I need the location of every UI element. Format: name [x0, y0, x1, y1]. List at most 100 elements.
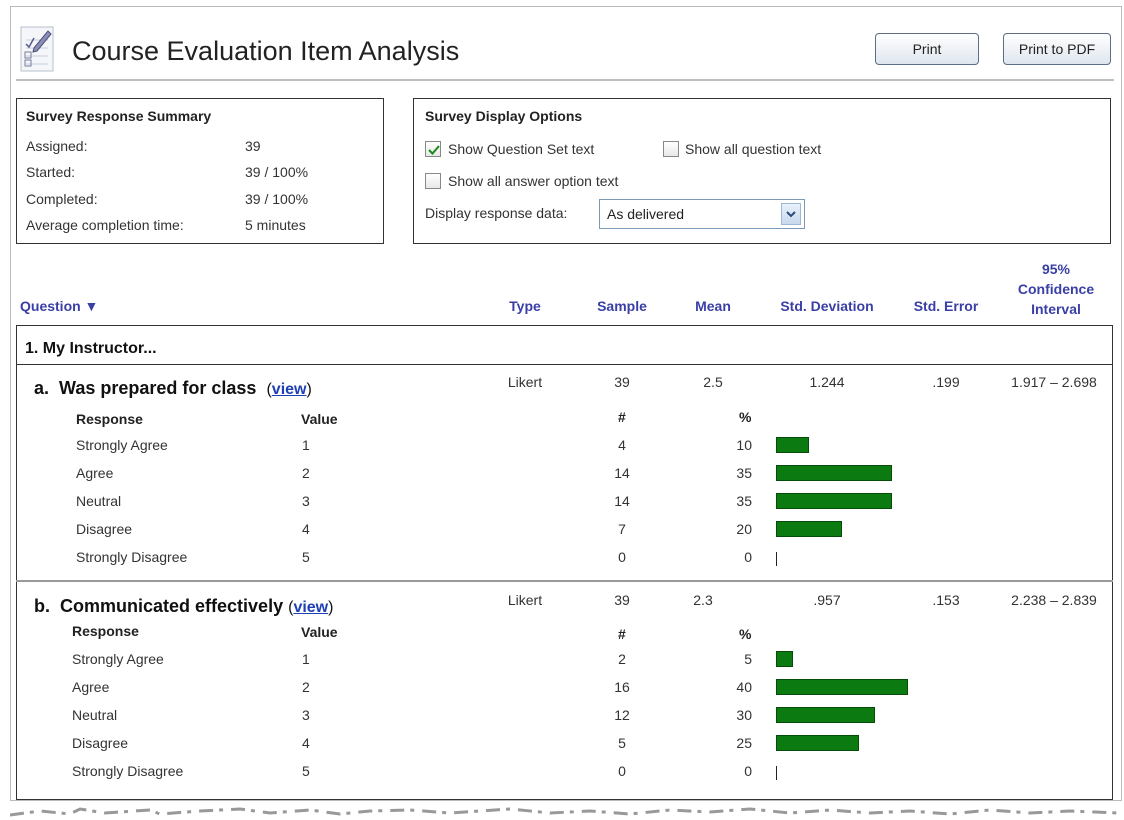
response-label: Disagree	[72, 735, 129, 751]
response-label: Strongly Agree	[72, 651, 164, 667]
response-percent-bar	[776, 679, 908, 695]
response-label: Disagree	[76, 521, 133, 537]
summary-label-completed: Completed:	[26, 191, 98, 207]
response-percent-bar	[776, 437, 809, 453]
column-header-mean[interactable]: Mean	[678, 298, 748, 314]
item-b-view-link[interactable]: view	[293, 599, 328, 616]
response-percent-bar	[776, 521, 842, 537]
question-set-row	[16, 325, 1113, 365]
item-a-value-header: Value	[301, 411, 338, 427]
close-paren: )	[306, 381, 312, 398]
column-header-std-error[interactable]: Std. Error	[900, 298, 992, 314]
item-a-title: a. Was prepared for class (view)	[34, 378, 312, 399]
item-b-type: Likert	[507, 592, 543, 608]
item-a-sample: 39	[614, 374, 630, 390]
response-percent: 35	[736, 465, 752, 481]
column-header-type[interactable]: Type	[490, 298, 560, 314]
response-value: 5	[302, 763, 310, 779]
item-a-question: Was prepared for class	[59, 378, 257, 398]
torn-edge-decoration	[10, 807, 1120, 817]
response-count: 7	[618, 521, 626, 537]
item-a-percent-header: %	[739, 409, 752, 425]
item-b-count-header: #	[618, 626, 626, 642]
response-label: Strongly Disagree	[72, 763, 184, 779]
show-all-question-label[interactable]: Show all question text	[685, 141, 821, 157]
response-label: Strongly Disagree	[76, 549, 188, 565]
item-a-std-error: .199	[932, 374, 960, 390]
response-percent-bar-empty	[776, 552, 777, 566]
item-a-confidence-interval: 1.917 – 2.698	[1011, 374, 1097, 390]
items-left-border	[16, 365, 17, 800]
item-b-mean: 2.3	[693, 592, 713, 608]
response-percent: 0	[744, 549, 752, 565]
show-all-question-checkbox[interactable]	[663, 141, 679, 157]
item-separator	[16, 580, 1113, 582]
summary-value-completed: 39 / 100%	[245, 191, 309, 207]
response-percent: 0	[744, 763, 752, 779]
item-b-std-error: .153	[932, 592, 960, 608]
response-value: 1	[302, 437, 310, 453]
item-a-prefix: a.	[34, 378, 50, 398]
response-label: Agree	[76, 465, 114, 481]
response-percent-bar-empty	[776, 766, 777, 780]
item-b-prefix: b.	[34, 596, 50, 616]
checkmark-icon	[428, 145, 440, 155]
chevron-down-icon[interactable]	[781, 203, 801, 225]
response-percent: 35	[736, 493, 752, 509]
display-response-select[interactable]: As delivered	[599, 199, 805, 229]
summary-label-started: Started:	[26, 164, 76, 180]
item-b-question: Communicated effectively	[60, 596, 284, 616]
item-b-title: b. Communicated effectively (view)	[34, 596, 333, 617]
response-percent-bar	[776, 735, 859, 751]
show-all-answer-label[interactable]: Show all answer option text	[448, 173, 618, 189]
response-count: 14	[614, 465, 630, 481]
response-label: Neutral	[76, 493, 122, 509]
response-count: 0	[618, 763, 626, 779]
response-percent-bar	[776, 707, 875, 723]
items-right-border	[1112, 365, 1113, 800]
summary-label-avg-time: Average completion time:	[26, 217, 184, 233]
response-label: Agree	[72, 679, 110, 695]
item-b-value-header: Value	[301, 624, 338, 640]
column-header-confidence-interval[interactable]: 95% Confidence Interval	[1005, 259, 1107, 319]
show-question-set-checkbox[interactable]	[425, 141, 441, 157]
column-header-question[interactable]: Question ▼	[20, 298, 98, 314]
response-value: 3	[302, 707, 310, 723]
display-response-label: Display response data:	[425, 205, 568, 221]
item-a-view-link[interactable]: view	[272, 381, 307, 398]
response-count: 4	[618, 437, 626, 453]
response-percent: 10	[736, 437, 752, 453]
response-value: 4	[302, 735, 310, 751]
summary-title: Survey Response Summary	[26, 108, 212, 124]
summary-value-started: 39 / 100%	[245, 164, 309, 180]
show-all-answer-checkbox[interactable]	[425, 173, 441, 189]
ci-header-line-1: 95%	[1041, 261, 1071, 277]
item-a-response-header: Response	[76, 411, 143, 427]
item-a-std-deviation: 1.244	[809, 374, 845, 390]
ci-header-line-3: Interval	[1031, 301, 1081, 317]
response-percent: 40	[736, 679, 752, 695]
item-a-type: Likert	[507, 374, 543, 390]
item-a-count-header: #	[618, 409, 626, 425]
print-button[interactable]: Print	[875, 33, 979, 65]
show-question-set-label[interactable]: Show Question Set text	[448, 141, 594, 157]
options-title: Survey Display Options	[425, 108, 583, 124]
response-count: 5	[618, 735, 626, 751]
response-count: 12	[614, 707, 630, 723]
response-percent: 25	[736, 735, 752, 751]
item-a-mean: 2.5	[703, 374, 723, 390]
response-count: 16	[614, 679, 630, 695]
response-percent: 5	[744, 651, 752, 667]
column-header-sample[interactable]: Sample	[582, 298, 662, 314]
response-label: Strongly Agree	[76, 437, 168, 453]
response-count: 14	[614, 493, 630, 509]
response-percent-bar	[776, 465, 892, 481]
column-header-std-deviation[interactable]: Std. Deviation	[762, 298, 892, 314]
response-label: Neutral	[72, 707, 118, 723]
summary-label-assigned: Assigned:	[26, 138, 88, 154]
item-b-response-header: Response	[72, 623, 139, 639]
response-value: 5	[302, 549, 310, 565]
item-b-std-deviation: .957	[813, 592, 841, 608]
response-percent: 30	[736, 707, 752, 723]
print-to-pdf-button[interactable]: Print to PDF	[1003, 33, 1111, 65]
